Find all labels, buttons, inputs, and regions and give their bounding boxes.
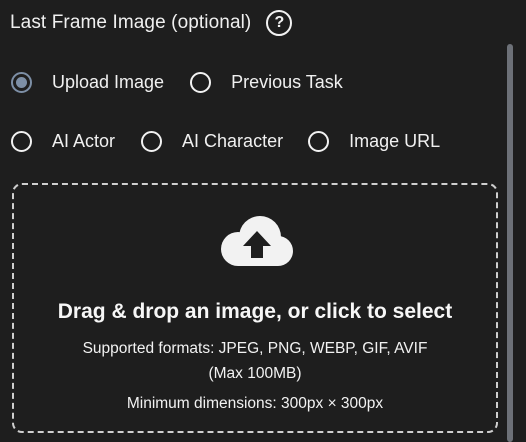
radio-option-previous-task[interactable]: Previous Task	[190, 71, 343, 93]
radio-option-ai-actor[interactable]: AI Actor	[11, 130, 116, 152]
dropzone-title: Drag & drop an image, or click to select	[57, 300, 453, 323]
radio-label-ai-character: AI Character	[182, 130, 284, 151]
section-title: Last Frame Image (optional)	[10, 12, 252, 33]
max-size-text: (Max 100MB)	[208, 365, 302, 382]
radio-option-image-url[interactable]: Image URL	[308, 130, 441, 152]
radio-button[interactable]	[11, 130, 32, 152]
radio-option-upload-image[interactable]: Upload Image	[11, 71, 165, 93]
radio-button-checked[interactable]	[11, 71, 32, 93]
radio-button[interactable]	[190, 71, 212, 93]
section-header: Last Frame Image (optional) ?	[10, 8, 293, 38]
scrollbar-track[interactable]	[504, 40, 516, 442]
radio-label-ai-actor: AI Actor	[52, 130, 116, 151]
radio-label-image-url: Image URL	[349, 130, 441, 151]
supported-formats-text: Supported formats: JPEG, PNG, WEBP, GIF,…	[82, 340, 428, 357]
source-radio-row-1: Upload Image Previous Task	[11, 68, 343, 96]
radio-label-previous-task: Previous Task	[231, 71, 343, 92]
cloud-upload-icon	[221, 216, 293, 266]
radio-label-upload-image: Upload Image	[52, 71, 165, 92]
help-icon[interactable]: ?	[266, 10, 293, 36]
minimum-dimensions-text: Minimum dimensions: 300px × 300px	[126, 395, 384, 412]
radio-option-ai-character[interactable]: AI Character	[141, 130, 284, 152]
image-dropzone[interactable]: Drag & drop an image, or click to select…	[12, 183, 498, 433]
scrollbar-thumb[interactable]	[507, 44, 513, 442]
source-radio-row-2: AI Actor AI Character Image URL	[11, 127, 440, 155]
radio-button[interactable]	[141, 130, 163, 152]
radio-button[interactable]	[308, 130, 330, 152]
